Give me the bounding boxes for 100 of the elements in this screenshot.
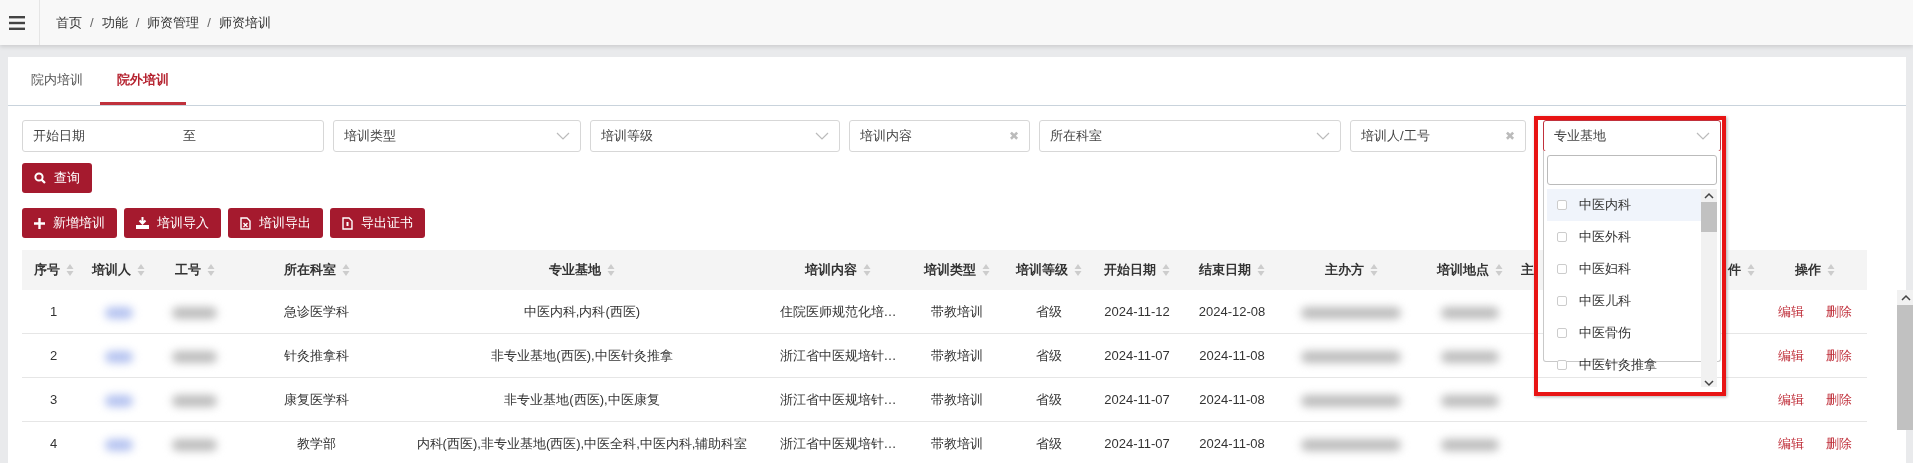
sort-icon[interactable] [863, 263, 871, 277]
scroll-thumb[interactable] [1701, 202, 1717, 232]
column-header[interactable]: 所在科室 [283, 261, 336, 279]
table-action-link[interactable]: 编辑 [1778, 434, 1804, 453]
sort-icon[interactable] [1747, 263, 1755, 277]
sort-icon[interactable] [1257, 263, 1265, 277]
chevron-down-icon [556, 132, 570, 140]
column-header[interactable]: 专业基地 [549, 261, 601, 279]
scrollbar[interactable] [1701, 189, 1717, 387]
table-cell: 带教培训 [931, 391, 983, 407]
table-cell: 2024-11-08 [1199, 436, 1265, 451]
breadcrumb-item[interactable]: 首页 [56, 13, 82, 32]
select-field[interactable]: 专业基地 [1543, 120, 1721, 152]
tab[interactable]: 院外培训 [100, 57, 186, 105]
option-label: 中医骨伤 [1579, 324, 1631, 342]
tab[interactable]: 院内培训 [14, 57, 100, 105]
table-cell: 住院医师规范化培… [779, 303, 897, 319]
menu-icon[interactable] [9, 15, 25, 30]
search-icon [34, 172, 46, 184]
input-field[interactable]: 培训人/工号 ✖ [1350, 120, 1526, 152]
dropdown-option[interactable]: 中医内科 [1547, 189, 1701, 221]
blurred-link[interactable] [104, 394, 133, 407]
breadcrumb-separator: / [90, 15, 94, 30]
blurred-text [172, 394, 217, 407]
sort-icon[interactable] [1162, 263, 1170, 277]
table-action-link[interactable]: 删除 [1826, 302, 1852, 321]
scroll-down-icon[interactable] [1704, 380, 1714, 387]
sort-icon[interactable] [206, 263, 215, 277]
table-cell: 2024-12-08 [1198, 304, 1266, 319]
table-action-link[interactable]: 删除 [1826, 346, 1852, 365]
action-button[interactable]: 培训导入 [124, 208, 221, 238]
action-button[interactable]: 导出证书 [330, 208, 425, 238]
scroll-up-icon[interactable] [1704, 192, 1714, 199]
chevron-down-icon [815, 132, 829, 140]
table-action-link[interactable]: 编辑 [1778, 302, 1804, 321]
breadcrumb-item[interactable]: 师资管理 [147, 13, 200, 32]
checkbox[interactable] [1557, 328, 1567, 338]
column-header[interactable]: 操作 [1795, 261, 1821, 279]
option-label: 中医妇科 [1579, 260, 1631, 278]
sort-icon[interactable] [1827, 263, 1835, 277]
breadcrumb-item[interactable]: 师资培训 [218, 13, 271, 32]
table-action-link[interactable]: 编辑 [1778, 346, 1804, 365]
spreadsheet-file-icon [240, 216, 251, 230]
column-header[interactable]: 工号 [174, 261, 201, 279]
checkbox[interactable] [1557, 200, 1567, 210]
checkbox[interactable] [1557, 296, 1567, 306]
action-button[interactable]: 培训导出 [228, 208, 323, 238]
blurred-link[interactable] [104, 438, 133, 451]
table-action-link[interactable]: 编辑 [1778, 390, 1804, 409]
checkbox[interactable] [1557, 264, 1567, 274]
option-label: 中医内科 [1579, 196, 1631, 214]
table-cell: 带教培训 [931, 347, 983, 363]
column-header[interactable]: 主办方 [1324, 261, 1364, 279]
sort-icon[interactable] [341, 263, 350, 277]
download-icon [136, 217, 149, 229]
dropdown-option[interactable]: 中医外科 [1547, 221, 1701, 253]
sort-icon[interactable] [65, 263, 74, 277]
column-header[interactable]: 培训内容 [805, 261, 857, 279]
column-header[interactable]: 主 [1521, 261, 1534, 279]
query-button[interactable]: 查询 [22, 163, 92, 193]
table-cell: 4 [49, 436, 58, 451]
column-header[interactable]: 件 [1728, 261, 1741, 279]
dropdown-option[interactable]: 中医骨伤 [1547, 317, 1701, 349]
sort-icon[interactable] [982, 263, 990, 277]
column-header[interactable]: 序号 [33, 261, 60, 279]
option-label: 中医外科 [1579, 228, 1631, 246]
table-cell: 2 [49, 348, 58, 363]
dropdown-option[interactable]: 中医针灸推拿 [1547, 349, 1701, 381]
search-field[interactable] [1547, 155, 1717, 185]
table-cell: 带教培训 [931, 303, 983, 319]
sort-icon[interactable] [1073, 263, 1082, 277]
select-field[interactable]: 培训类型 [333, 120, 581, 152]
table-cell: 2024-11-12 [1104, 304, 1170, 319]
table-cell: 省级 [1035, 303, 1062, 319]
blurred-link[interactable] [104, 306, 133, 319]
action-button[interactable]: 新增培训 [22, 208, 117, 238]
select-field[interactable]: 所在科室 [1039, 120, 1341, 152]
table-cell: 急诊医学科 [284, 303, 349, 319]
scroll-up-icon[interactable] [1900, 294, 1911, 301]
table-action-link[interactable]: 删除 [1826, 434, 1852, 453]
checkbox[interactable] [1557, 232, 1567, 242]
table-cell: 省级 [1035, 391, 1062, 407]
table-cell: 1 [49, 304, 58, 319]
sort-icon[interactable] [1369, 263, 1378, 277]
input-field[interactable]: 培训内容 ✖ [849, 120, 1030, 152]
dropdown-option[interactable]: 中医儿科 [1547, 285, 1701, 317]
sort-icon[interactable] [607, 263, 615, 277]
sort-icon[interactable] [1495, 263, 1503, 277]
breadcrumb-separator: / [207, 15, 211, 30]
select-field[interactable]: 培训等级 [590, 120, 840, 152]
breadcrumb-item[interactable]: 功能 [101, 13, 128, 32]
date-range-field[interactable]: 开始日期 至 [22, 120, 324, 152]
checkbox[interactable] [1557, 360, 1567, 370]
dropdown-option[interactable]: 中医妇科 [1547, 253, 1701, 285]
sort-icon[interactable] [137, 263, 145, 277]
blurred-link[interactable] [104, 350, 133, 363]
table-action-link[interactable]: 删除 [1826, 390, 1852, 409]
chevron-down-icon [1316, 132, 1330, 140]
table-cell: 2024-11-07 [1104, 392, 1170, 407]
table-cell: 教学部 [297, 435, 336, 451]
